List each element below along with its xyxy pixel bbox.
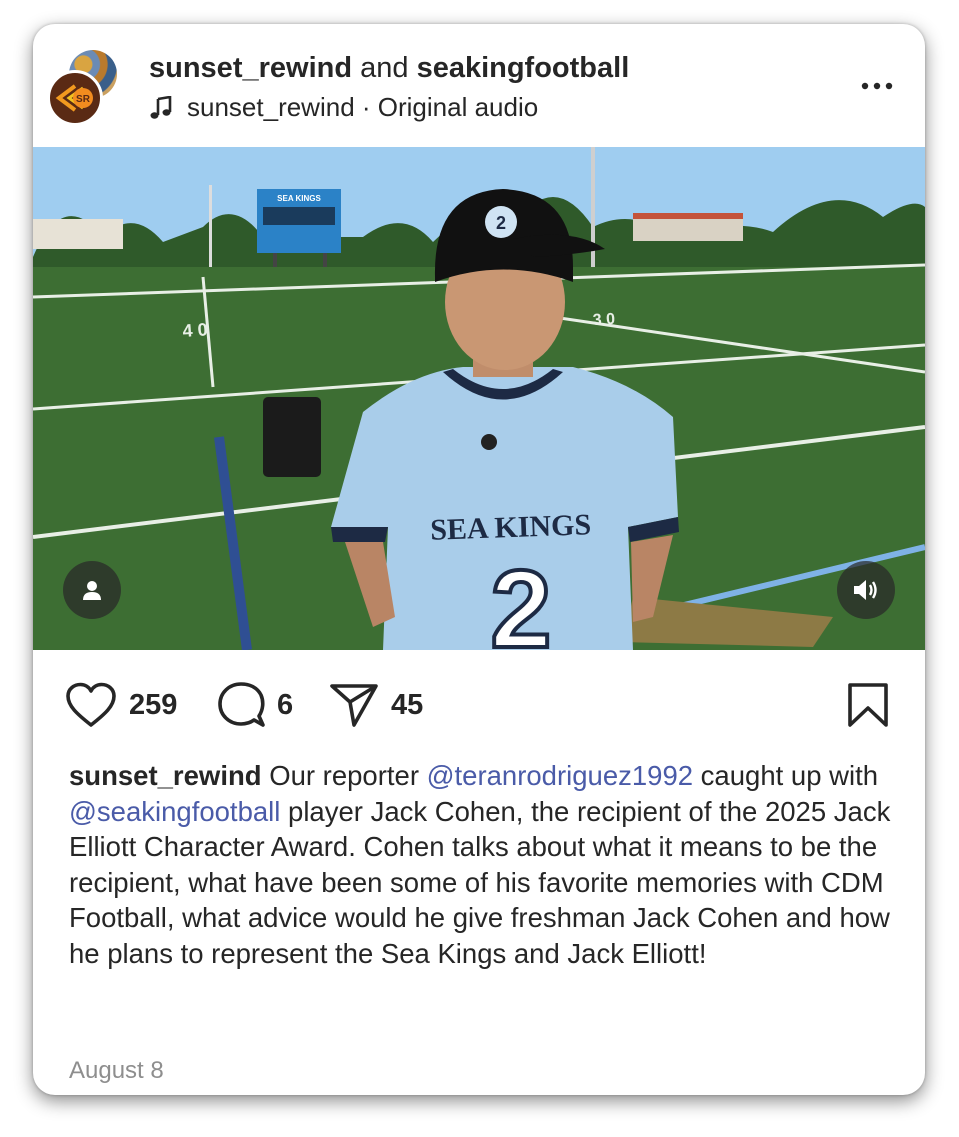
like-count[interactable]: 259 bbox=[129, 689, 177, 722]
jersey-number: 2 bbox=[490, 548, 551, 650]
mention-link[interactable]: @teranrodriguez1992 bbox=[427, 760, 693, 791]
post-actions-bar: 259 6 45 bbox=[33, 650, 925, 754]
more-horizontal-icon[interactable] bbox=[859, 76, 895, 96]
collab-avatars[interactable]: SR bbox=[47, 50, 121, 126]
like-button[interactable]: 259 bbox=[65, 682, 177, 728]
caption-text-1: Our reporter bbox=[261, 760, 427, 791]
paper-plane-icon bbox=[330, 684, 378, 727]
comment-bubble-icon bbox=[218, 682, 265, 727]
share-count[interactable]: 45 bbox=[391, 689, 423, 722]
audio-label: Original audio bbox=[377, 92, 539, 122]
post-date: August 8 bbox=[69, 1057, 164, 1084]
svg-text:3 0: 3 0 bbox=[592, 311, 615, 329]
audio-attribution[interactable]: sunset_rewind · Original audio bbox=[149, 92, 538, 123]
avatar-sunset-rewind[interactable]: SR bbox=[47, 70, 103, 126]
speaker-icon bbox=[854, 580, 877, 600]
jersey-team-name: SEA KINGS bbox=[430, 508, 592, 547]
collab-username[interactable]: seakingfootball bbox=[417, 52, 630, 84]
sunset-rewind-logo-icon: SR bbox=[55, 84, 93, 112]
svg-text:2: 2 bbox=[496, 213, 506, 233]
mute-toggle-button[interactable] bbox=[837, 561, 895, 619]
author-joiner: and bbox=[352, 52, 417, 84]
save-button[interactable] bbox=[847, 682, 889, 733]
heart-icon bbox=[66, 682, 116, 727]
bookmark-icon bbox=[848, 683, 888, 727]
author-username[interactable]: sunset_rewind bbox=[149, 52, 352, 84]
video-frame: SEA KINGS 4 0 3 0 2 SEA KINGS 2 bbox=[33, 147, 925, 650]
share-button[interactable]: 45 bbox=[329, 682, 423, 728]
audio-account: sunset_rewind bbox=[187, 92, 355, 122]
scoreboard-label: SEA KINGS bbox=[277, 194, 321, 203]
mention-link[interactable]: @seakingfootball bbox=[69, 796, 280, 827]
comment-count[interactable]: 6 bbox=[277, 689, 293, 722]
avatar-monogram: SR bbox=[76, 94, 91, 105]
post-authors: sunset_rewind and seakingfootball bbox=[149, 52, 629, 85]
post-media-video[interactable]: SEA KINGS 4 0 3 0 2 SEA KINGS 2 bbox=[33, 147, 925, 650]
caption-username[interactable]: sunset_rewind bbox=[69, 760, 262, 791]
music-note-icon bbox=[150, 95, 172, 119]
user-tag-icon bbox=[83, 581, 101, 600]
tagged-users-button[interactable] bbox=[63, 561, 121, 619]
caption-text-2: caught up with bbox=[693, 760, 879, 791]
svg-text:4 0: 4 0 bbox=[182, 319, 208, 341]
post-card: SR sunset_rewind and seakingfootball sun… bbox=[33, 24, 925, 1095]
audio-separator: · bbox=[354, 92, 378, 122]
post-caption: sunset_rewind Our reporter @teranrodrigu… bbox=[69, 758, 899, 971]
comment-button[interactable]: 6 bbox=[217, 682, 293, 728]
